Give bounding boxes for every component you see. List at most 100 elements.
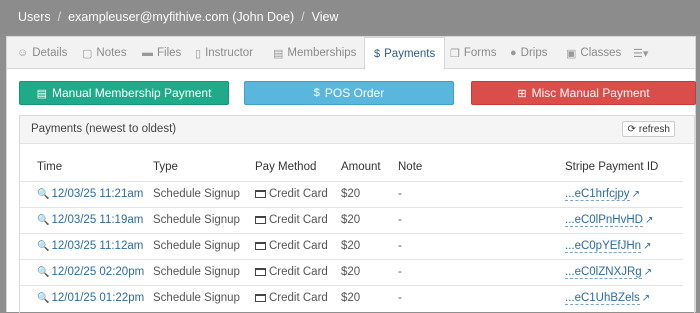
stripe-payment-link[interactable]: ...eC1hrfcjpy ↗ <box>565 188 640 201</box>
payment-method: Credit Card <box>255 214 328 226</box>
tab-instructor[interactable]: ▯ Instructor <box>195 37 253 69</box>
plus-square-icon: ⊞ <box>517 87 527 100</box>
search-icon: 🔍 <box>37 215 50 226</box>
tab-more-dropdown[interactable]: ☰▾ <box>633 37 652 69</box>
tab-details[interactable]: ☺ Details <box>17 37 67 69</box>
tab-label: Payments <box>384 47 436 60</box>
tab-label: Memberships <box>287 47 357 59</box>
tab-label: Forms <box>463 47 497 59</box>
refresh-label: refresh <box>638 123 670 135</box>
payment-time: 12/02/25 02:20pm <box>51 266 145 278</box>
payments-title: Payments (newest to oldest) <box>31 123 177 135</box>
breadcrumb-separator: / <box>301 10 305 24</box>
search-icon: 🔍 <box>37 241 50 252</box>
stripe-payment-id: ...eC1UhBZels <box>565 292 640 305</box>
external-link-icon: ↗ <box>644 215 654 226</box>
payment-method-label: Credit Card <box>269 214 328 226</box>
refresh-icon: ⟳ <box>627 123 636 135</box>
tab-forms[interactable]: ❐ Forms <box>450 37 496 69</box>
id-badge-icon: ▯ <box>195 47 202 60</box>
payment-type: Schedule Signup <box>153 240 240 252</box>
refresh-button[interactable]: ⟳ refresh <box>622 121 675 137</box>
tab-classes[interactable]: ▣ Classes <box>566 37 621 69</box>
payment-time-link[interactable]: 🔍 12/03/25 11:19am <box>37 214 143 226</box>
tab-memberships[interactable]: ▤ Memberships <box>273 37 356 69</box>
stripe-payment-link[interactable]: ...eC0lZNXJRg ↗ <box>565 266 653 279</box>
payment-time: 12/03/25 11:12am <box>51 240 144 252</box>
payments-card-header: Payments (newest to oldest) ⟳ refresh <box>20 116 694 144</box>
manual-membership-payment-button[interactable]: ▤ Manual Membership Payment <box>19 81 229 105</box>
table-row: 🔍 12/03/25 11:19am Schedule Signup Credit… <box>19 207 683 233</box>
stripe-payment-link[interactable]: ...eC0lPnHvHD ↗ <box>565 214 654 227</box>
stripe-payment-link[interactable]: ...eC0pYEfJHn ↗ <box>565 240 652 253</box>
breadcrumb-users-link[interactable]: Users <box>18 10 51 24</box>
column-header-note: Note <box>398 161 423 173</box>
table-row: 🔍 12/03/25 11:12am Schedule Signup Credit… <box>19 233 683 259</box>
external-link-icon: ↗ <box>631 189 640 200</box>
user-panel: ☺ Details ▢ Notes ▬ Files ▯ Instructor ▤… <box>6 36 696 313</box>
tint-icon: ● <box>510 47 517 59</box>
table-row: 🔍 12/02/25 02:20pm Schedule Signup Credit… <box>19 259 683 285</box>
button-label: Misc Manual Payment <box>531 86 650 100</box>
tab-label: Notes <box>96 47 127 59</box>
credit-card-icon <box>255 189 266 198</box>
column-header-stripe-id: Stripe Payment ID <box>565 161 659 173</box>
payment-note: - <box>398 292 402 304</box>
id-card-icon: ▤ <box>273 47 284 60</box>
pos-order-button[interactable]: $ POS Order <box>244 81 454 105</box>
credit-card-icon <box>255 241 266 250</box>
column-header-amount: Amount <box>341 161 381 173</box>
button-label: Manual Membership Payment <box>52 86 212 100</box>
payment-method-label: Credit Card <box>269 292 328 304</box>
table-row: 🔍 12/03/25 11:21am Schedule Signup Credit… <box>19 181 683 207</box>
payment-type: Schedule Signup <box>153 214 240 226</box>
external-link-icon: ↗ <box>641 293 651 304</box>
payment-method: Credit Card <box>255 188 328 200</box>
misc-manual-payment-button[interactable]: ⊞ Misc Manual Payment <box>471 81 696 105</box>
column-header-type: Type <box>153 161 178 173</box>
payment-time: 12/01/25 01:22pm <box>51 292 145 304</box>
column-header-time: Time <box>37 161 63 173</box>
search-icon: 🔍 <box>37 293 50 304</box>
external-link-icon: ↗ <box>643 241 652 252</box>
payment-time-link[interactable]: 🔍 12/01/25 01:22pm <box>37 292 144 304</box>
payment-method: Credit Card <box>255 240 328 252</box>
payment-time-link[interactable]: 🔍 12/03/25 11:21am <box>37 188 143 200</box>
payment-method-label: Credit Card <box>269 266 328 278</box>
column-header-pay-method: Pay Method <box>255 161 317 173</box>
external-link-icon: ↗ <box>643 267 653 278</box>
payment-type: Schedule Signup <box>153 292 240 304</box>
credit-card-icon <box>255 267 266 276</box>
stripe-payment-id: ...eC0pYEfJHn <box>565 240 642 253</box>
breadcrumb-user-link[interactable]: exampleuser@myfithive.com (John Doe) <box>68 10 294 24</box>
dollar-icon: $ <box>313 87 320 99</box>
search-icon: 🔍 <box>37 189 50 200</box>
payment-amount: $20 <box>341 240 361 252</box>
payment-amount: $20 <box>341 266 361 278</box>
dollar-icon: $ <box>374 47 381 60</box>
tab-payments[interactable]: $ Payments <box>364 37 446 70</box>
tab-label: Details <box>32 47 68 59</box>
calendar-icon: ▣ <box>566 47 577 60</box>
stripe-payment-link[interactable]: ...eC1UhBZels ↗ <box>565 292 651 305</box>
stripe-payment-id: ...eC0lZNXJRg <box>565 266 642 279</box>
tab-drips[interactable]: ● Drips <box>510 37 548 69</box>
tab-label: Classes <box>580 47 622 59</box>
payment-time: 12/03/25 11:19am <box>51 214 144 226</box>
stripe-payment-id: ...eC1hrfcjpy <box>565 188 630 201</box>
tab-label: Instructor <box>205 47 253 59</box>
folder-icon: ▬ <box>142 47 153 59</box>
table-row: 🔍 12/01/25 01:22pm Schedule Signup Credit… <box>19 285 683 311</box>
tab-notes[interactable]: ▢ Notes <box>82 37 126 69</box>
payment-note: - <box>398 188 402 200</box>
payment-note: - <box>398 266 402 278</box>
tab-bar: ☺ Details ▢ Notes ▬ Files ▯ Instructor ▤… <box>7 37 695 70</box>
tab-files[interactable]: ▬ Files <box>142 37 181 69</box>
tab-label: Drips <box>520 47 548 59</box>
payment-time: 12/03/25 11:21am <box>51 188 144 200</box>
payment-time-link[interactable]: 🔍 12/03/25 11:12am <box>37 240 143 252</box>
credit-card-icon <box>255 293 266 302</box>
payment-time-link[interactable]: 🔍 12/02/25 02:20pm <box>37 266 144 278</box>
payment-type: Schedule Signup <box>153 266 240 278</box>
payment-method-label: Credit Card <box>269 188 328 200</box>
